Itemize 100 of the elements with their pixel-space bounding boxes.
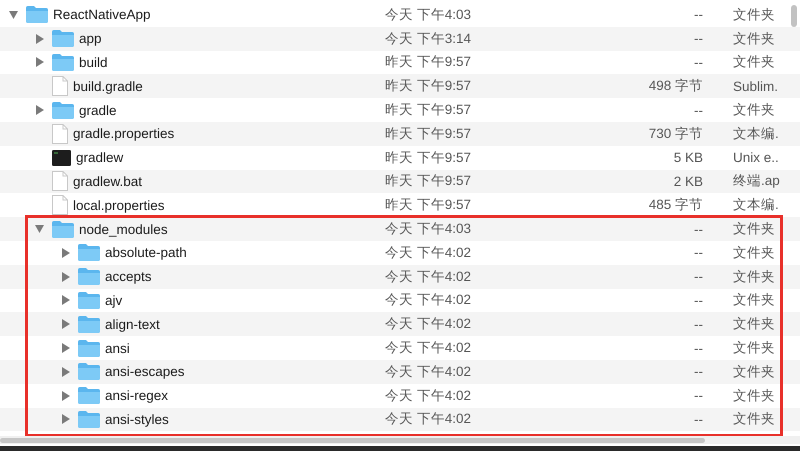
file-name[interactable]: build.gradle	[73, 78, 143, 94]
file-name[interactable]: gradlew.bat	[73, 174, 142, 189]
file-name[interactable]: ansi	[105, 340, 130, 356]
date-modified: 今天 下午4:02	[385, 410, 472, 428]
disclosure-triangle-icon[interactable]	[60, 248, 70, 258]
date-modified: 今天 下午4:02	[385, 268, 472, 286]
file-name[interactable]: ansi-regex	[105, 388, 168, 404]
file-name[interactable]: app	[79, 31, 102, 46]
date-modified: 今天 下午4:02	[385, 315, 472, 334]
file-size: --	[693, 54, 703, 70]
file-kind: 文件夹	[733, 268, 776, 286]
file-kind: Unix e..	[733, 150, 780, 166]
disclosure-triangle-icon[interactable]	[34, 105, 44, 116]
file-name[interactable]: ReactNativeApp	[53, 7, 151, 22]
file-size: --	[693, 222, 703, 237]
file-kind: 终端.ap	[733, 172, 781, 190]
file-size: --	[693, 364, 703, 380]
folder-icon	[78, 268, 100, 286]
date-modified: 今天 下午4:03	[385, 220, 472, 238]
folder-icon	[26, 6, 48, 24]
date-modified: 今天 下午4:02	[385, 386, 472, 405]
date-modified: 昨天 下午9:57	[385, 77, 472, 96]
file-name[interactable]: gradlew	[76, 150, 124, 166]
file-size: 485 字节	[648, 196, 703, 214]
file-kind: 文件夹	[733, 362, 776, 381]
date-modified: 今天 下午4:02	[385, 339, 472, 358]
file-name[interactable]: ajv	[105, 292, 122, 308]
file-name[interactable]: ansi-escapes	[105, 364, 185, 380]
disclosure-triangle-icon[interactable]	[34, 34, 44, 44]
file-size: 2 KB	[672, 174, 703, 189]
file-size: --	[693, 340, 703, 356]
disclosure-triangle-icon[interactable]	[60, 319, 70, 330]
date-modified: 昨天 下午9:57	[385, 196, 472, 214]
file-kind: 文本编.	[733, 124, 780, 143]
folder-icon	[78, 316, 100, 333]
folder-icon	[52, 220, 74, 238]
file-kind: Sublim.	[733, 78, 780, 94]
date-modified: 今天 下午3:14	[385, 30, 472, 48]
date-modified: 今天 下午4:02	[385, 362, 472, 381]
file-name[interactable]: gradle.properties	[73, 126, 174, 142]
date-modified: 昨天 下午9:57	[385, 148, 472, 167]
disclosure-triangle-icon[interactable]	[60, 295, 70, 306]
date-modified: 今天 下午4:02	[385, 244, 472, 262]
date-modified: 昨天 下午9:57	[385, 101, 472, 120]
disclosure-triangle-icon[interactable]	[60, 414, 70, 424]
file-kind: 文件夹	[733, 30, 776, 48]
folder-icon	[78, 244, 100, 262]
folder-icon	[78, 292, 100, 309]
date-modified: 今天 下午4:02	[385, 291, 472, 310]
horizontal-scrollbar[interactable]	[0, 438, 705, 443]
file-kind: 文本编.	[733, 196, 780, 214]
file-size: 730 字节	[648, 124, 703, 143]
disclosure-triangle-icon[interactable]	[34, 224, 44, 234]
folder-icon	[52, 30, 74, 48]
file-kind: 文件夹	[733, 339, 776, 358]
file-kind: 文件夹	[733, 53, 776, 72]
file-size: --	[693, 269, 703, 284]
date-modified: 今天 下午4:03	[385, 6, 472, 24]
folder-icon	[78, 363, 100, 380]
file-size: --	[693, 245, 703, 260]
file-name[interactable]: build	[79, 54, 108, 70]
file-kind: 文件夹	[733, 101, 776, 120]
folder-icon	[78, 410, 100, 428]
disclosure-triangle-icon[interactable]	[8, 10, 18, 20]
file-kind: 文件夹	[733, 315, 776, 334]
date-modified: 昨天 下午9:57	[385, 53, 472, 72]
file-size: --	[693, 316, 703, 332]
file-kind: 文件夹	[733, 410, 776, 428]
date-modified: 昨天 下午9:57	[385, 124, 472, 143]
file-name[interactable]: align-text	[105, 316, 160, 332]
file-size: --	[693, 412, 703, 427]
file-kind: 文件夹	[733, 244, 776, 262]
disclosure-triangle-icon[interactable]	[60, 366, 70, 377]
file-size: --	[693, 102, 703, 118]
file-name[interactable]: accepts	[105, 269, 152, 284]
vertical-scrollbar[interactable]	[791, 5, 797, 27]
date-modified: 昨天 下午9:57	[385, 172, 472, 190]
file-name[interactable]: node_modules	[79, 222, 168, 237]
file-size: --	[693, 7, 703, 22]
disclosure-triangle-icon[interactable]	[60, 272, 70, 282]
disclosure-triangle-icon[interactable]	[34, 57, 44, 68]
folder-icon	[78, 340, 100, 357]
disclosure-triangle-icon[interactable]	[60, 390, 70, 401]
file-size: 498 字节	[648, 77, 703, 96]
file-name[interactable]: gradle	[79, 102, 117, 118]
file-name[interactable]: local.properties	[73, 198, 165, 213]
terminal-icon	[52, 150, 71, 166]
file-size: 5 KB	[672, 150, 703, 166]
folder-icon	[52, 102, 74, 119]
file-size: --	[693, 31, 703, 46]
file-kind: 文件夹	[733, 220, 776, 238]
file-name[interactable]: absolute-path	[105, 245, 187, 260]
file-kind: 文件夹	[733, 291, 776, 310]
file-kind: 文件夹	[733, 6, 776, 24]
file-name[interactable]: ansi-styles	[105, 412, 169, 427]
file-size: --	[693, 388, 703, 404]
file-size: --	[693, 292, 703, 308]
folder-icon	[52, 54, 74, 71]
disclosure-triangle-icon[interactable]	[60, 343, 70, 354]
folder-icon	[78, 387, 100, 404]
